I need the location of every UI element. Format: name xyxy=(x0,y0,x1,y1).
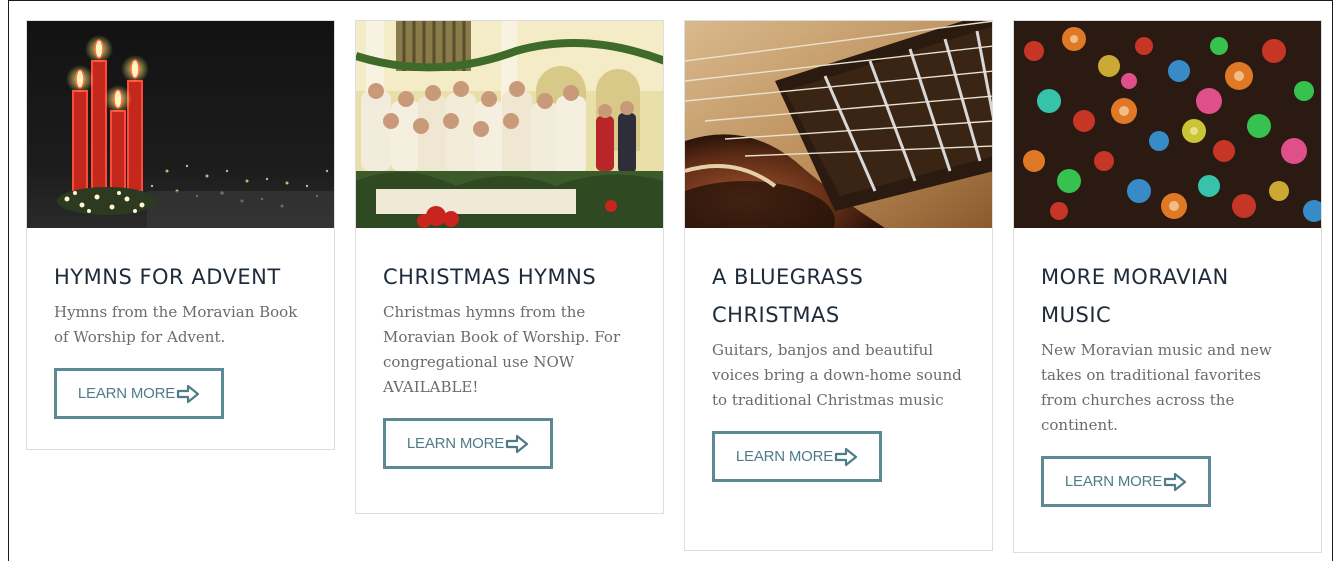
card-more-moravian-music: MORE MORAVIAN MUSIC New Moravian music a… xyxy=(1013,20,1322,553)
arrow-right-outline-icon xyxy=(505,434,529,453)
learn-more-button[interactable]: LEARN MORE xyxy=(383,418,553,469)
card-image-church-choir[interactable] xyxy=(356,21,663,228)
learn-more-button[interactable]: LEARN MORE xyxy=(1041,456,1211,507)
learn-more-label: LEARN MORE xyxy=(735,448,834,465)
card-body: MORE MORAVIAN MUSIC New Moravian music a… xyxy=(1014,228,1321,507)
card-description: Hymns from the Moravian Book of Worship … xyxy=(54,303,298,346)
church-choir-image xyxy=(356,21,663,228)
acoustic-guitar-image xyxy=(685,21,992,228)
learn-more-button[interactable]: LEARN MORE xyxy=(712,431,882,482)
learn-more-label: LEARN MORE xyxy=(1064,473,1163,490)
learn-more-button[interactable]: LEARN MORE xyxy=(54,368,224,419)
arrow-right-outline-icon xyxy=(176,384,200,403)
card-description: New Moravian music and new takes on trad… xyxy=(1041,341,1272,434)
card-description: Christmas hymns from the Moravian Book o… xyxy=(383,303,621,396)
card-title[interactable]: A BLUEGRASS CHRISTMAS xyxy=(712,258,965,334)
advent-candles-image xyxy=(27,21,334,228)
bokeh-lights-image xyxy=(1014,21,1321,228)
card-image-advent-candles[interactable] xyxy=(27,21,334,228)
arrow-right-outline-icon xyxy=(1163,472,1187,491)
card-hymns-for-advent: HYMNS FOR ADVENT Hymns from the Moravian… xyxy=(26,20,335,450)
card-title[interactable]: HYMNS FOR ADVENT xyxy=(54,258,307,296)
card-christmas-hymns: CHRISTMAS HYMNS Christmas hymns from the… xyxy=(355,20,664,514)
learn-more-label: LEARN MORE xyxy=(77,385,176,402)
card-body: HYMNS FOR ADVENT Hymns from the Moravian… xyxy=(27,228,334,419)
card-image-bokeh[interactable] xyxy=(1014,21,1321,228)
arrow-right-outline-icon xyxy=(834,447,858,466)
card-title[interactable]: MORE MORAVIAN MUSIC xyxy=(1041,258,1294,334)
card-body: CHRISTMAS HYMNS Christmas hymns from the… xyxy=(356,228,663,469)
learn-more-label: LEARN MORE xyxy=(406,435,505,452)
card-title[interactable]: CHRISTMAS HYMNS xyxy=(383,258,636,296)
card-a-bluegrass-christmas: A BLUEGRASS CHRISTMAS Guitars, banjos an… xyxy=(684,20,993,551)
card-image-guitar[interactable] xyxy=(685,21,992,228)
card-body: A BLUEGRASS CHRISTMAS Guitars, banjos an… xyxy=(685,228,992,482)
card-description: Guitars, banjos and beautiful voices bri… xyxy=(712,341,962,409)
